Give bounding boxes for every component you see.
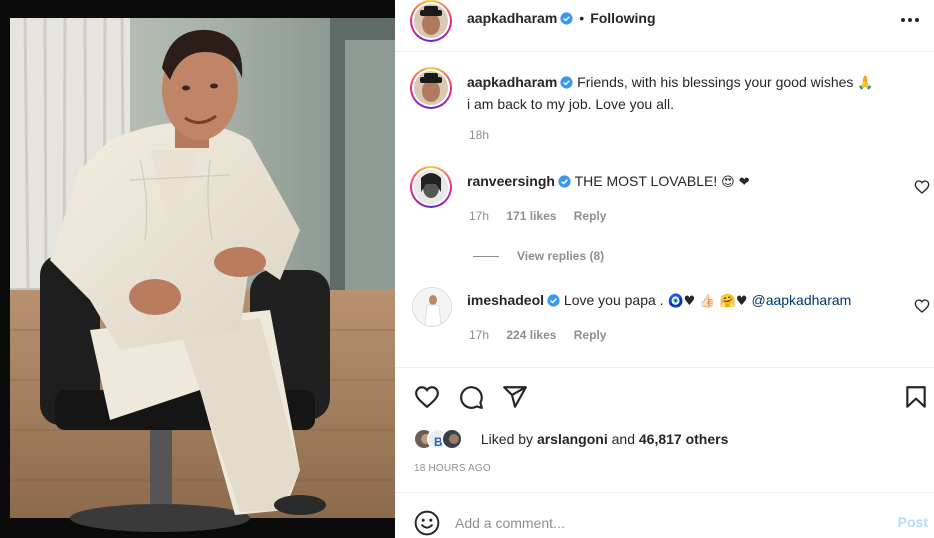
comment-likes[interactable]: 224 likes [506, 328, 556, 342]
comment-like-heart-icon[interactable] [914, 179, 930, 195]
liker-avatars[interactable]: B [413, 428, 475, 450]
verified-badge-icon [547, 294, 560, 307]
post-header-line: aapkadharam • Following [467, 10, 656, 26]
smiley-icon[interactable] [414, 510, 440, 536]
liker-avatar [441, 428, 463, 450]
caption-time[interactable]: 18h [469, 128, 489, 142]
comment-avatar-ranveersingh[interactable] [410, 166, 452, 208]
comment-icon[interactable] [458, 384, 484, 410]
caption: aapkadharam Friends, with his blessings … [467, 72, 917, 114]
author-username[interactable]: aapkadharam [467, 10, 557, 26]
liked-by: B Liked by arslangoni and 46,817 others [413, 428, 728, 452]
caption-text-line1: Friends, with his blessings your good wi… [577, 74, 854, 90]
post-comment-button[interactable]: Post [898, 514, 928, 530]
caption-text-line2: i am back to my job. Love you all. [467, 96, 674, 112]
comment-meta: 17h 171 likes Reply [469, 209, 620, 223]
comment-text: THE MOST LOVABLE! [574, 173, 718, 189]
author-avatar-image [414, 4, 448, 38]
action-bar [395, 378, 934, 418]
caption-meta: 18h [469, 128, 503, 142]
caption-author-avatar[interactable] [410, 67, 452, 109]
comment-mention-link[interactable]: @aapkadharam [751, 292, 851, 308]
comment-avatar-imeshadeol[interactable] [412, 287, 452, 327]
bookmark-icon[interactable] [903, 384, 929, 410]
replies-line [473, 256, 499, 258]
liked-by-user[interactable]: arslangoni [537, 431, 608, 447]
divider [395, 367, 934, 368]
caption-avatar-image [414, 71, 448, 105]
verified-badge-icon [560, 12, 573, 25]
view-replies-button[interactable]: View replies (8) [473, 249, 604, 263]
comment-time[interactable]: 17h [469, 328, 489, 342]
comment-text: Love you papa . [563, 292, 664, 308]
comment-username[interactable]: imeshadeol [467, 292, 544, 308]
comment-meta: 17h 224 likes Reply [469, 328, 620, 342]
liked-by-connector: and [611, 431, 635, 447]
comment-emoji: 🧿♥ 👍🏻 🤗♥ [667, 294, 748, 309]
author-avatar[interactable] [410, 0, 452, 42]
post-timestamp[interactable]: 18 HOURS AGO [414, 463, 491, 474]
comment-avatar-image [413, 288, 451, 326]
comment-likes[interactable]: 171 likes [506, 209, 556, 223]
heart-icon[interactable] [414, 384, 440, 410]
comment-input[interactable] [455, 511, 875, 535]
add-comment-bar: Post [395, 492, 934, 538]
comment-item: imeshadeol Love you papa . 🧿♥ 👍🏻 🤗♥ @aap… [467, 290, 917, 312]
liked-by-prefix: Liked by [480, 431, 534, 447]
comment-username[interactable]: ranveersingh [467, 173, 555, 189]
comment-emoji: 😍 ❤ [721, 175, 750, 190]
separator-dot: • [579, 10, 585, 26]
view-replies-label: View replies (8) [517, 249, 605, 263]
verified-badge-icon [558, 175, 571, 188]
more-horizontal-icon[interactable] [898, 10, 922, 30]
comment-item: ranveersingh THE MOST LOVABLE! 😍 ❤ [467, 171, 917, 193]
comment-reply-button[interactable]: Reply [574, 209, 607, 223]
post-photo-illustration [0, 0, 395, 538]
verified-badge-icon [560, 76, 573, 89]
comment-reply-button[interactable]: Reply [574, 328, 607, 342]
liked-by-text: Liked by arslangoni and 46,817 others [481, 431, 728, 447]
comment-avatar-image [414, 170, 448, 204]
following-button[interactable]: Following [590, 10, 655, 26]
comment-time[interactable]: 17h [469, 209, 489, 223]
post-info-panel: aapkadharam • Following aapkadharam Friend… [395, 0, 934, 538]
comment-like-heart-icon[interactable] [914, 298, 930, 314]
caption-emoji: 🙏 [857, 76, 874, 91]
liked-by-others[interactable]: 46,817 others [639, 431, 729, 447]
post-dialog: aapkadharam • Following aapkadharam Friend… [0, 0, 934, 538]
post-image[interactable] [0, 0, 395, 538]
caption-username[interactable]: aapkadharam [467, 74, 557, 90]
send-icon[interactable] [502, 384, 528, 410]
post-header: aapkadharam • Following [395, 0, 934, 52]
